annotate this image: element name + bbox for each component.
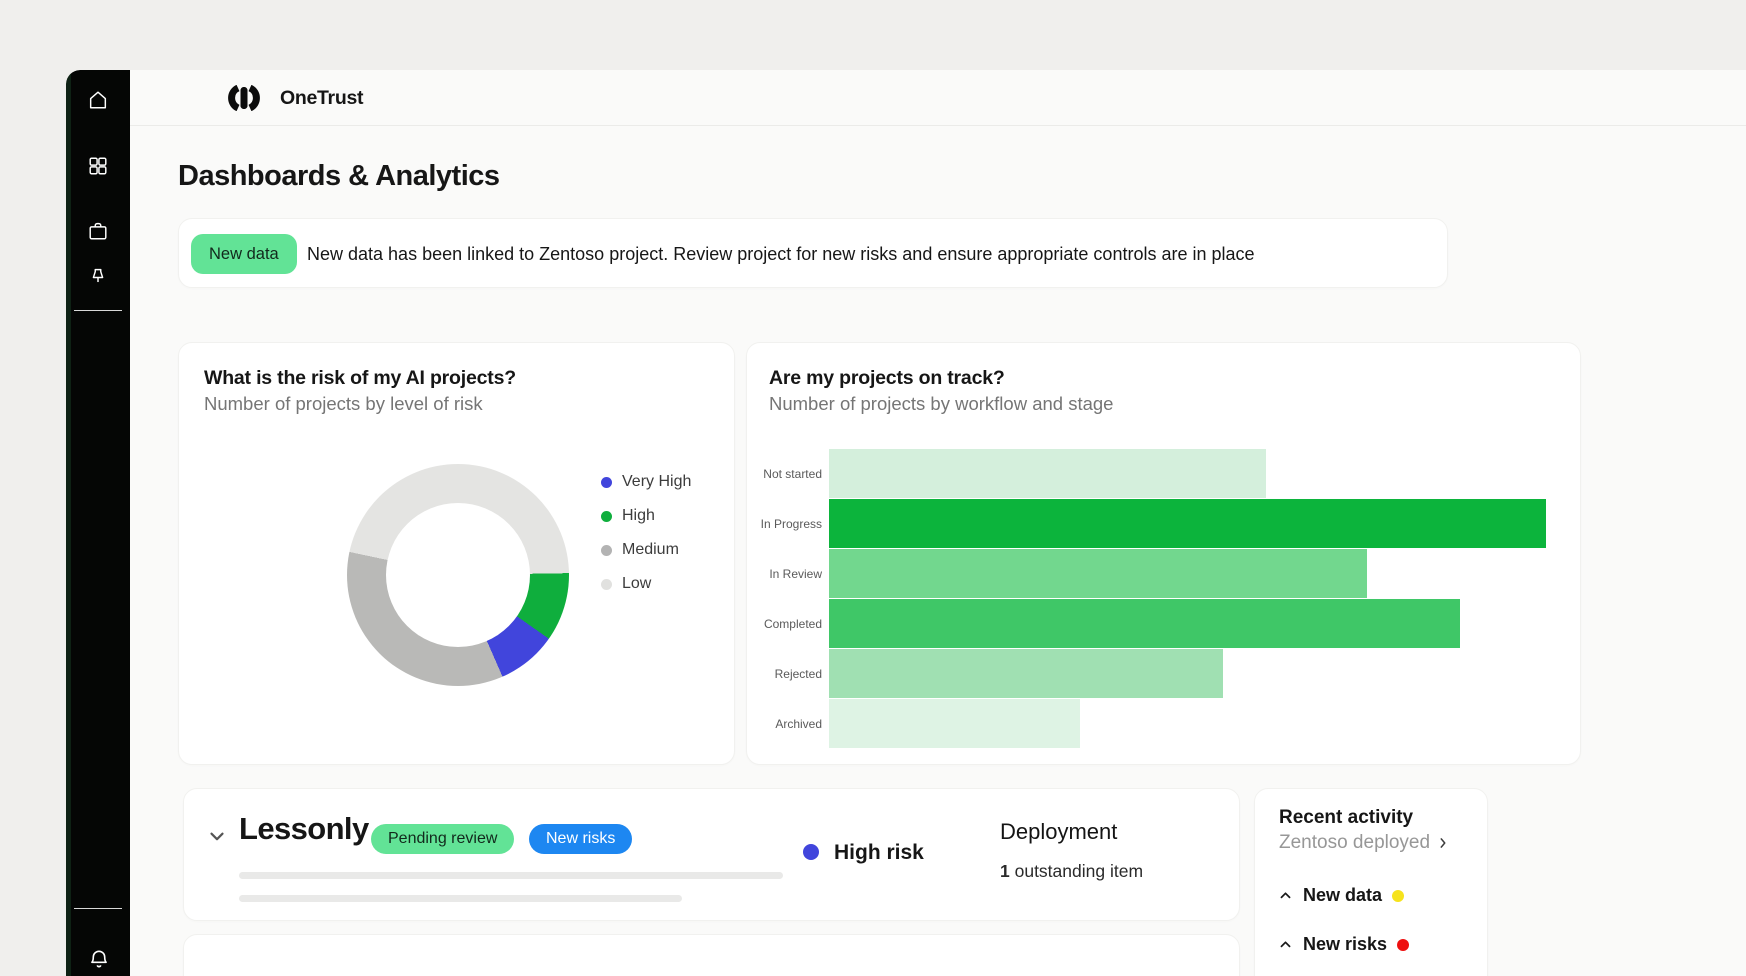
project-name[interactable]: Lessonly xyxy=(239,811,369,847)
caret-up-icon xyxy=(1278,937,1293,952)
stage-name: Deployment xyxy=(1000,819,1117,845)
apps-grid-icon[interactable] xyxy=(87,155,109,177)
risk-chart-subtitle: Number of projects by level of risk xyxy=(204,393,483,415)
home-icon[interactable] xyxy=(87,89,109,111)
legend-dot-very-high xyxy=(601,477,612,488)
bar-in-progress xyxy=(829,499,1546,548)
app-window: OneTrust Dashboards & Analytics New data… xyxy=(66,70,1746,976)
screen: OneTrust Dashboards & Analytics New data… xyxy=(0,0,1746,976)
legend-dot-medium xyxy=(601,545,612,556)
status-badge-pending-review: Pending review xyxy=(371,824,514,854)
risk-legend: Very High High Medium Low xyxy=(601,465,691,601)
yellow-status-dot xyxy=(1392,890,1404,902)
bar-row-rejected: Rejected xyxy=(747,649,1557,698)
next-project-row xyxy=(183,934,1240,976)
recent-activity-title: Recent activity xyxy=(1279,807,1413,829)
project-row-lessonly: Lessonly Pending review New risks High r… xyxy=(183,788,1240,921)
bar-not-started xyxy=(829,449,1266,498)
legend-item-low: Low xyxy=(601,567,691,601)
bar-row-in-progress: In Progress xyxy=(747,499,1557,548)
legend-item-medium: Medium xyxy=(601,533,691,567)
bar-archived xyxy=(829,699,1080,748)
new-data-badge: New data xyxy=(191,234,297,274)
risk-chart-card: What is the risk of my AI projects? Numb… xyxy=(178,342,735,765)
projects-chart-title: Are my projects on track? xyxy=(769,367,1005,390)
top-header: OneTrust xyxy=(130,70,1746,126)
briefcase-icon[interactable] xyxy=(87,220,109,242)
sidebar-bell-icon[interactable] xyxy=(87,947,109,969)
bar-row-completed: Completed xyxy=(747,599,1557,648)
risk-chart-title: What is the risk of my AI projects? xyxy=(204,367,516,390)
chevron-right-icon xyxy=(1436,836,1450,850)
recent-activity-link[interactable]: Zentoso deployed xyxy=(1279,832,1450,854)
risk-donut-chart xyxy=(347,464,569,686)
bar-row-in-review: In Review xyxy=(747,549,1557,598)
bar-row-not-started: Not started xyxy=(747,449,1557,498)
onetrust-logo-icon xyxy=(222,85,266,116)
skeleton-line xyxy=(239,872,783,879)
banner-message: New data has been linked to Zentoso proj… xyxy=(307,219,1255,289)
chevron-down-icon[interactable] xyxy=(206,825,228,847)
bar-in-review xyxy=(829,549,1367,598)
new-data-banner[interactable]: New data New data has been linked to Zen… xyxy=(178,218,1448,288)
pin-icon[interactable] xyxy=(87,266,109,288)
activity-item-new-data[interactable]: New data xyxy=(1278,885,1404,906)
activity-item-new-risks[interactable]: New risks xyxy=(1278,934,1409,955)
caret-up-icon xyxy=(1278,888,1293,903)
brand-name: OneTrust xyxy=(280,87,363,110)
alert-badge-new-risks[interactable]: New risks xyxy=(529,824,632,854)
projects-chart-card: Are my projects on track? Number of proj… xyxy=(746,342,1581,765)
sidebar-divider-top xyxy=(74,310,122,311)
legend-dot-high xyxy=(601,511,612,522)
risk-level-label: High risk xyxy=(834,841,924,865)
red-status-dot xyxy=(1397,939,1409,951)
bar-rejected xyxy=(829,649,1223,698)
sidebar xyxy=(66,70,130,976)
sidebar-divider-bottom xyxy=(74,908,122,909)
legend-dot-low xyxy=(601,579,612,590)
legend-item-very-high: Very High xyxy=(601,465,691,499)
legend-item-high: High xyxy=(601,499,691,533)
recent-activity-panel: Recent activity Zentoso deployed New dat… xyxy=(1254,788,1488,976)
bar-completed xyxy=(829,599,1460,648)
bar-row-archived: Archived xyxy=(747,699,1557,748)
skeleton-line xyxy=(239,895,682,902)
page-title: Dashboards & Analytics xyxy=(178,160,500,193)
high-risk-dot xyxy=(803,844,819,860)
outstanding-items: 1 outstanding item xyxy=(1000,861,1143,882)
donut-hole xyxy=(386,503,530,647)
projects-chart-subtitle: Number of projects by workflow and stage xyxy=(769,393,1113,415)
stage-bar-chart: Not started In Progress In Review Comple… xyxy=(747,449,1557,749)
